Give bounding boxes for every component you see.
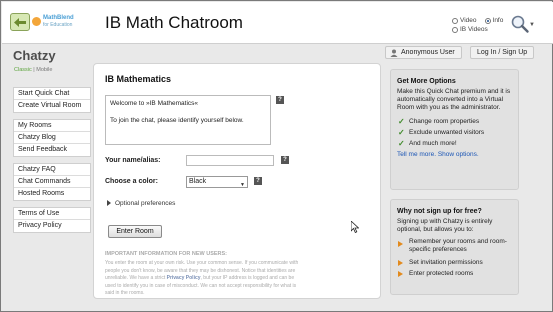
radio-video-button[interactable] — [452, 17, 458, 24]
radio-info-button[interactable] — [484, 17, 491, 24]
sign-up-box: Why not sign up for free? Signing up wit… — [390, 199, 519, 295]
sidebar-item-create-virtual-room[interactable]: Create Virtual Room — [14, 100, 90, 112]
premium-item-label: Change room properties — [409, 118, 480, 125]
welcome-line-2: To join the chat, please identify yourse… — [110, 117, 244, 124]
info-title: IMPORTANT INFORMATION FOR NEW USERS: — [105, 251, 228, 257]
name-input[interactable] — [186, 155, 274, 166]
radio-video-label: Video — [460, 17, 477, 24]
radio-info[interactable]: Info — [484, 16, 504, 25]
search-button[interactable] — [510, 14, 530, 34]
list-item: Enter protected rooms — [397, 268, 512, 279]
signup-title: Why not sign up for free? — [397, 208, 482, 215]
sidebar-group-legal: Terms of Use Privacy Policy — [13, 207, 91, 233]
login-signup-button[interactable]: Log In / Sign Up — [470, 46, 535, 59]
logo-text-top: MathBlend — [43, 15, 74, 21]
optional-preferences-toggle[interactable]: Optional preferences — [107, 200, 175, 207]
radio-ib-videos-button[interactable] — [452, 26, 458, 33]
list-item: Set invitation permissions — [397, 257, 512, 268]
signup-item-label: Remember your rooms and room-specific pr… — [409, 238, 507, 253]
anonymous-user-button[interactable]: Anonymous User — [385, 46, 462, 59]
premium-feature-list: ✓ Change room properties ✓ Exclude unwante… — [397, 116, 512, 149]
color-select-value: Black — [189, 178, 207, 185]
info-text: You enter the room at your own risk. Use… — [105, 260, 305, 298]
check-icon: ✓ — [398, 128, 405, 137]
premium-item-label: Exclude unwanted visitors — [409, 129, 485, 136]
room-title: IB Mathematics — [105, 74, 172, 84]
anonymous-user-label: Anonymous User — [401, 49, 455, 56]
list-item: ✓ Change room properties — [397, 116, 512, 127]
search-icon — [511, 15, 529, 33]
welcome-help-icon[interactable]: ? — [276, 96, 284, 104]
list-item: ✓ And much more! — [397, 138, 512, 149]
back-button[interactable] — [10, 13, 30, 31]
enter-room-button[interactable]: Enter Room — [108, 225, 162, 238]
chatzy-brand[interactable]: Chatzy — [13, 48, 56, 63]
mouse-cursor-icon — [351, 221, 359, 233]
sidebar-item-terms-of-use[interactable]: Terms of Use — [14, 208, 90, 220]
arrow-right-icon — [398, 271, 403, 277]
arrow-right-icon — [398, 241, 403, 247]
list-item: Remember your rooms and room-specific pr… — [397, 238, 512, 254]
signup-benefit-list: Remember your rooms and room-specific pr… — [397, 238, 512, 279]
radio-info-label: Info — [492, 17, 504, 24]
join-room-panel: IB Mathematics Welcome to »IB Mathematic… — [93, 63, 381, 299]
color-select[interactable]: Black ▼ — [186, 176, 248, 188]
sidebar-group-account: My Rooms Chatzy Blog Send Feedback — [13, 119, 91, 157]
get-more-options-box: Get More Options Make this Quick Chat pr… — [390, 69, 519, 190]
welcome-line-1: Welcome to »IB Mathematics« — [110, 100, 199, 107]
optional-preferences-label: Optional preferences — [115, 200, 176, 207]
expand-triangle-icon — [107, 200, 111, 207]
check-icon: ✓ — [398, 139, 405, 148]
sidebar-item-hosted-rooms[interactable]: Hosted Rooms — [14, 188, 90, 200]
sidebar-item-my-rooms[interactable]: My Rooms — [14, 120, 90, 132]
sidebar-group-help: Chatzy FAQ Chat Commands Hosted Rooms — [13, 163, 91, 201]
tell-me-more-link[interactable]: Tell me more. Show options. — [397, 151, 512, 158]
sidebar-item-privacy-policy[interactable]: Privacy Policy — [14, 220, 90, 232]
radio-ib-videos[interactable]: IB Videos — [452, 25, 488, 34]
user-icon — [390, 49, 398, 57]
signup-item-label: Enter protected rooms — [409, 270, 474, 277]
sidebar-item-chatzy-blog[interactable]: Chatzy Blog — [14, 132, 90, 144]
welcome-message-box: Welcome to »IB Mathematics« To join the … — [105, 95, 271, 145]
premium-title: Get More Options — [397, 78, 456, 85]
color-help-icon[interactable]: ? — [254, 177, 262, 185]
view-mode-radios: Video Info IB Videos — [452, 16, 503, 34]
arrow-right-icon — [398, 260, 403, 266]
list-item: ✓ Exclude unwanted visitors — [397, 127, 512, 138]
premium-item-label: And much more! — [409, 140, 457, 147]
logo-text-bottom: for Education — [43, 22, 73, 28]
color-label: Choose a color: — [105, 178, 158, 185]
classic-link[interactable]: Classic — [14, 67, 32, 73]
site-logo[interactable]: MathBlend for Education — [32, 15, 93, 35]
brand-mode-links: Classic | Mobile — [14, 67, 52, 73]
chevron-down-icon: ▼ — [240, 182, 245, 188]
premium-text: Make this Quick Chat premium and it is a… — [397, 88, 511, 111]
privacy-policy-link[interactable]: Privacy Policy — [167, 275, 201, 281]
sidebar-group-chat: Start Quick Chat Create Virtual Room — [13, 87, 91, 113]
sidebar: Start Quick Chat Create Virtual Room My … — [13, 87, 91, 239]
check-icon: ✓ — [398, 117, 405, 126]
arrow-left-icon — [14, 17, 26, 27]
name-label: Your name/alias: — [105, 157, 161, 164]
top-bar: MathBlend for Education IB Math Chatroom… — [2, 2, 553, 44]
sidebar-item-chatzy-faq[interactable]: Chatzy FAQ — [14, 164, 90, 176]
signup-text: Signing up with Chatzy is entirely optio… — [397, 218, 493, 233]
name-help-icon[interactable]: ? — [281, 156, 289, 164]
mobile-link[interactable]: Mobile — [36, 67, 52, 73]
page-title: IB Math Chatroom — [105, 13, 243, 32]
radio-ib-videos-label: IB Videos — [460, 26, 488, 33]
sidebar-item-send-feedback[interactable]: Send Feedback — [14, 144, 90, 156]
signup-item-label: Set invitation permissions — [409, 259, 483, 266]
logo-mark-icon — [32, 17, 41, 26]
search-dropdown-icon[interactable]: ▼ — [529, 22, 535, 28]
sidebar-item-chat-commands[interactable]: Chat Commands — [14, 176, 90, 188]
sidebar-item-start-quick-chat[interactable]: Start Quick Chat — [14, 88, 90, 100]
browser-frame: MathBlend for Education IB Math Chatroom… — [0, 0, 553, 312]
radio-video[interactable]: Video — [452, 16, 477, 25]
